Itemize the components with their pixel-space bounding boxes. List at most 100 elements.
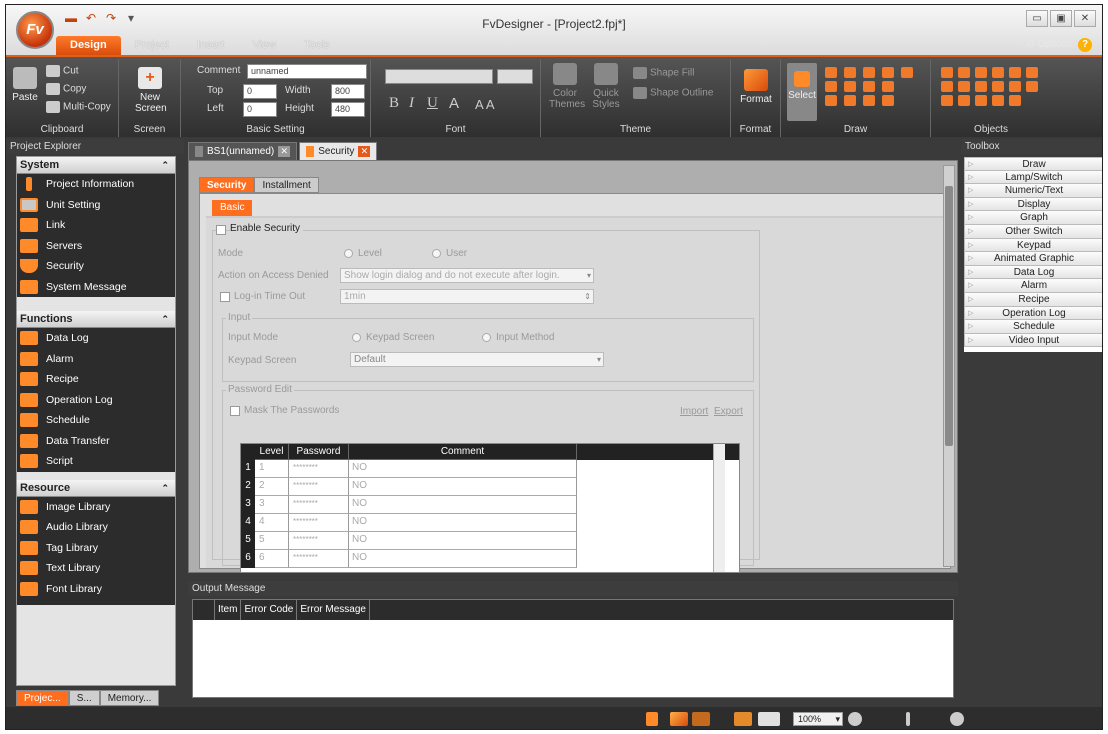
login-timeout-checkbox[interactable] <box>220 292 230 302</box>
callout-icon[interactable] <box>901 67 913 78</box>
action-select[interactable]: Show login dialog and do not execute aft… <box>340 268 594 283</box>
display-icon[interactable] <box>941 81 953 92</box>
section-resource[interactable]: Resource ⌃ <box>17 479 175 497</box>
switch-icon[interactable] <box>958 67 970 78</box>
section-system[interactable]: System ⌃ <box>17 157 175 174</box>
italic-button[interactable]: I <box>409 95 414 112</box>
curve-icon[interactable] <box>844 81 856 92</box>
cell-password[interactable]: ******** <box>289 514 349 532</box>
toolbox-item-animated-graphic[interactable]: ▷ Animated Graphic <box>964 252 1102 266</box>
table-icon[interactable] <box>863 95 875 106</box>
cell-comment[interactable]: NO <box>349 460 577 478</box>
grid-icon[interactable] <box>692 712 710 726</box>
sidebar-item-system-message[interactable]: System Message <box>17 276 175 297</box>
tab-security[interactable]: Security <box>199 177 255 193</box>
close-icon[interactable]: ✕ <box>278 146 291 157</box>
multicopy-button[interactable]: Multi-Copy <box>46 101 111 113</box>
sidebar-item-servers[interactable]: Servers <box>17 235 175 256</box>
sidebar-item-tag-library[interactable]: Tag Library <box>17 537 175 558</box>
sidebar-item-recipe[interactable]: Recipe <box>17 369 175 390</box>
sidebar-item-unit-setting[interactable]: Unit Setting <box>17 194 175 215</box>
cell-level[interactable]: 4 <box>255 514 289 532</box>
circle-icon[interactable] <box>825 81 837 92</box>
sidebar-item-operation-log[interactable]: Operation Log <box>17 389 175 410</box>
select-button[interactable]: Select <box>787 63 817 121</box>
sidebar-item-font-library[interactable]: Font Library <box>17 578 175 599</box>
heart-icon[interactable] <box>863 81 875 92</box>
input-keypad-radio[interactable] <box>352 333 361 342</box>
editor-scrollbar[interactable] <box>943 165 955 567</box>
toolbox-item-display[interactable]: ▷ Display <box>964 197 1102 212</box>
section-functions[interactable]: Functions ⌃ <box>17 311 175 328</box>
cell-password[interactable]: ******** <box>289 550 349 568</box>
cell-comment[interactable]: NO <box>349 532 577 550</box>
fit-icon[interactable] <box>734 712 752 726</box>
zoom-slider-thumb[interactable] <box>906 712 910 726</box>
table-row[interactable]: 4 4 ******** NO <box>241 514 739 532</box>
text-object-icon[interactable] <box>1009 67 1021 78</box>
doc-tab-bs1[interactable]: BS1(unnamed) ✕ <box>188 142 298 160</box>
enable-security-checkbox[interactable] <box>216 225 226 235</box>
polygon-icon[interactable] <box>844 67 856 78</box>
font-size-select[interactable] <box>497 69 533 84</box>
table-scrollbar[interactable] <box>713 444 725 572</box>
schedule-icon[interactable] <box>992 95 1004 106</box>
toolbox-item-video-input[interactable]: ▷ Video Input <box>964 333 1102 348</box>
sidebar-item-audio-library[interactable]: Audio Library <box>17 517 175 538</box>
line-icon[interactable] <box>825 67 837 78</box>
lamp-icon[interactable] <box>941 67 953 78</box>
cell-comment[interactable]: NO <box>349 550 577 568</box>
cell-level[interactable]: 5 <box>255 532 289 550</box>
quick-styles-button[interactable]: Quick Styles <box>589 63 623 110</box>
numeric-icon[interactable] <box>992 67 1004 78</box>
keypad-screen-select[interactable]: Default ▾ <box>350 352 604 367</box>
cut-button[interactable]: Cut <box>46 65 79 77</box>
grid-icon[interactable] <box>992 81 1004 92</box>
new-screen-button[interactable]: + New Screen <box>135 67 167 114</box>
mask-passwords-checkbox[interactable] <box>230 406 240 416</box>
tab-project[interactable]: Project <box>121 36 183 55</box>
copy-button[interactable]: Copy <box>46 83 86 95</box>
graph-icon[interactable] <box>958 81 970 92</box>
scale-icon[interactable] <box>882 95 894 106</box>
tab-installment[interactable]: Installment <box>254 177 319 193</box>
picture-icon[interactable] <box>882 81 894 92</box>
pen-icon[interactable] <box>1026 67 1038 78</box>
mode-level-radio[interactable] <box>344 249 353 258</box>
color-themes-button[interactable]: Color Themes <box>549 63 585 110</box>
table-row[interactable]: 6 6 ******** NO <box>241 550 739 568</box>
sidebar-item-script[interactable]: Script <box>17 451 175 472</box>
alarm-icon[interactable] <box>1026 81 1038 92</box>
cell-password[interactable]: ******** <box>289 496 349 514</box>
table-row[interactable]: 5 5 ******** NO <box>241 532 739 550</box>
sidebar-item-security[interactable]: Security <box>17 256 175 277</box>
toggle-icon[interactable] <box>975 67 987 78</box>
toolbox-item-keypad[interactable]: ▷ Keypad <box>964 238 1102 253</box>
sidebar-item-image-library[interactable]: Image Library <box>17 496 175 517</box>
snap-icon[interactable] <box>670 712 688 726</box>
maximize-button[interactable]: ▣ <box>1050 10 1072 27</box>
width-input[interactable]: 800 <box>331 84 365 99</box>
toolbox-item-lamp-switch[interactable]: ▷ Lamp/Switch <box>964 170 1102 185</box>
cell-comment[interactable]: NO <box>349 514 577 532</box>
sidebar-item-project-information[interactable]: Project Information <box>17 174 175 195</box>
cell-level[interactable]: 3 <box>255 496 289 514</box>
font-name-select[interactable] <box>385 69 493 84</box>
toolbox-item-operation-log[interactable]: ▷ Operation Log <box>964 306 1102 321</box>
text-icon[interactable] <box>882 67 894 78</box>
toolbox-item-alarm[interactable]: ▷ Alarm <box>964 279 1102 293</box>
height-input[interactable]: 480 <box>331 102 365 117</box>
tab-project-explorer[interactable]: Projec... <box>16 690 69 706</box>
mode-user-radio[interactable] <box>432 249 441 258</box>
table-row[interactable]: 2 2 ******** NO <box>241 478 739 496</box>
table-row[interactable]: 1 1 ******** NO <box>241 460 739 478</box>
cell-password[interactable]: ******** <box>289 532 349 550</box>
video-icon[interactable] <box>1009 95 1021 106</box>
zoom-out-icon[interactable] <box>848 712 862 726</box>
doc-tab-security[interactable]: Security ✕ <box>299 142 378 160</box>
sidebar-item-schedule[interactable]: Schedule <box>17 410 175 431</box>
recipe-icon[interactable] <box>941 95 953 106</box>
dot-icon[interactable] <box>844 95 856 106</box>
sidebar-item-data-transfer[interactable]: Data Transfer <box>17 430 175 451</box>
log-icon[interactable] <box>958 95 970 106</box>
